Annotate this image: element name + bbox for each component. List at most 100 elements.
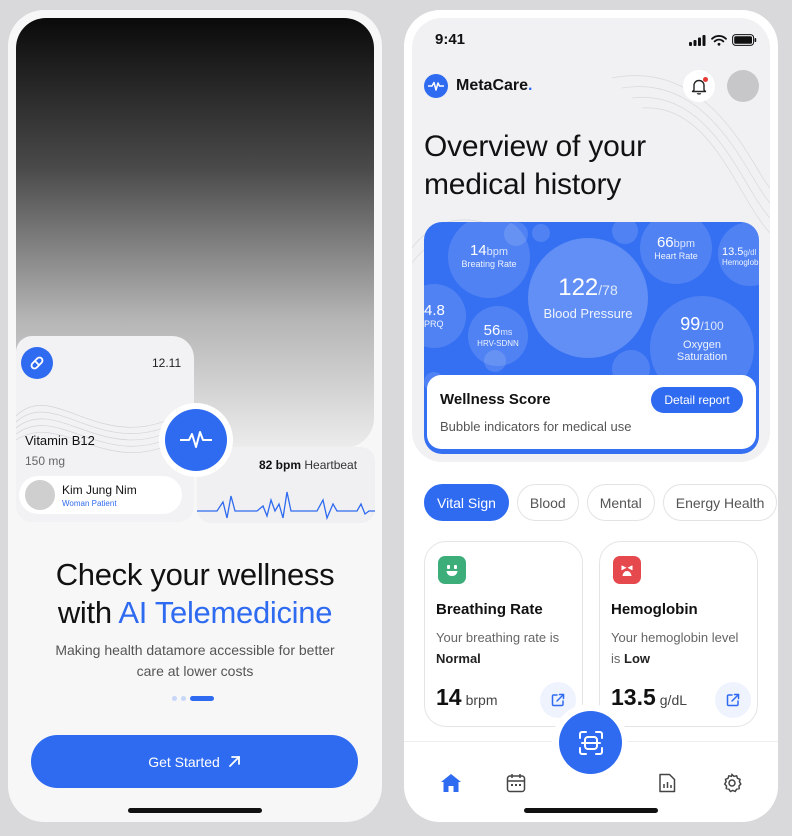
filler-bubble — [532, 224, 550, 242]
prq-value: 4.8 — [424, 302, 445, 319]
external-link-icon — [726, 693, 740, 707]
vitals-bubble-card[interactable]: 14bpm Breating Rate 66bpm Heart Rate 13.… — [424, 222, 759, 454]
tab-vital-sign[interactable]: Vital Sign — [424, 484, 509, 521]
headline-prefix: with — [57, 595, 119, 630]
hrv-value: 56 — [483, 322, 501, 339]
metric-desc-prefix: Your breathing rate is — [436, 630, 560, 645]
tab-blood[interactable]: Blood — [516, 484, 579, 521]
headline-highlight: AI Telemedicine — [118, 595, 333, 630]
breathing-label: Breating Rate — [461, 259, 517, 269]
blood-pressure-label: Blood Pressure — [543, 306, 633, 321]
pulse-button[interactable] — [165, 409, 227, 471]
heart-rate-unit: bpm — [673, 238, 696, 250]
wellness-subtitle: Bubble indicators for medical use — [440, 419, 632, 434]
settings-icon[interactable] — [722, 773, 742, 793]
tab-energy-health[interactable]: Energy Health — [662, 484, 778, 521]
logo-icon — [424, 74, 448, 98]
headline-line2: with AI Telemedicine — [8, 594, 382, 632]
sad-face-glyph — [621, 565, 633, 576]
wellness-score-card: Wellness Score Bubble indicators for med… — [427, 375, 756, 449]
breathing-rate-card[interactable]: Breathing Rate Your breathing rate is No… — [424, 541, 583, 727]
metric-value: 13.5 g/dL — [611, 684, 687, 711]
wifi-icon — [711, 34, 727, 46]
blood-pressure-bubble[interactable]: 122/78 Blood Pressure — [528, 238, 648, 358]
pill-icon — [30, 356, 44, 370]
headline-line1: Check your wellness — [55, 557, 335, 592]
metric-unit: brpm — [465, 692, 498, 708]
calendar-icon[interactable] — [506, 773, 526, 793]
metric-title: Hemoglobin — [611, 601, 698, 618]
heartbeat-wave — [197, 491, 375, 521]
heartbeat-label: Heartbeat — [304, 458, 358, 472]
status-icons — [689, 34, 757, 46]
medication-name: Vitamin B12 — [25, 433, 95, 448]
prq-bubble[interactable]: 4.8 PRQ — [424, 284, 466, 348]
arrow-up-right-icon — [228, 756, 240, 767]
hemoglobin-unit: g/dl — [743, 248, 757, 257]
breathing-bubble[interactable]: 14bpm Breating Rate — [448, 222, 530, 298]
report-icon[interactable] — [658, 773, 676, 793]
get-started-button[interactable]: Get Started — [31, 735, 358, 788]
scan-icon — [578, 730, 603, 755]
heartbeat-readout: 82 bpm Heartbeat — [259, 458, 357, 472]
blood-pressure-value: 122 — [558, 274, 599, 301]
scan-button[interactable] — [559, 711, 622, 774]
hrv-label: HRV-SDNN — [477, 339, 519, 348]
pill-icon-button[interactable] — [21, 347, 53, 379]
avatar[interactable] — [727, 70, 759, 102]
patient-name: Kim Jung Nim — [62, 483, 137, 497]
medication-dose: 150 mg — [25, 454, 66, 468]
brand-name: MetaCare. — [456, 77, 532, 95]
battery-icon — [732, 34, 757, 46]
wellness-title: Wellness Score — [440, 391, 551, 408]
patient-role: Woman Patient — [62, 499, 117, 508]
heart-rate-value: 66 — [656, 234, 674, 251]
page-dot — [172, 696, 177, 701]
tab-mental[interactable]: Mental — [586, 484, 655, 521]
open-link-button[interactable] — [715, 682, 751, 718]
page-title-line2: medical history — [424, 168, 622, 201]
heart-rate-bubble[interactable]: 66bpm Heart Rate — [640, 222, 712, 284]
smile-icon — [438, 556, 466, 584]
oxygen-value: 99 — [680, 314, 701, 334]
medication-date: 12.11 — [152, 356, 182, 370]
notification-button[interactable] — [683, 70, 715, 102]
detail-report-button[interactable]: Detail report — [651, 387, 743, 413]
hrv-bubble[interactable]: 56ms HRV-SDNN — [468, 306, 528, 366]
external-link-icon — [551, 693, 565, 707]
hrv-unit: ms — [500, 327, 513, 337]
pulse-icon — [180, 431, 212, 448]
page-indicator — [172, 696, 214, 701]
home-indicator — [128, 808, 262, 813]
metric-description: Your breathing rate is Normal — [436, 627, 576, 669]
prq-label: PRQ — [424, 319, 444, 329]
metric-number: 14 — [436, 684, 462, 710]
metric-status: Low — [624, 651, 651, 666]
patient-chip[interactable]: Kim Jung Nim Woman Patient — [19, 476, 182, 514]
page-dot — [181, 696, 186, 701]
metric-title: Breathing Rate — [436, 601, 543, 618]
avatar — [25, 480, 55, 510]
get-started-label: Get Started — [148, 753, 220, 770]
heartbeat-value: 82 bpm — [259, 458, 302, 472]
oxygen-unit: /100 — [700, 319, 724, 333]
home-indicator — [524, 808, 658, 813]
category-tabs: Vital Sign Blood Mental Energy Health — [424, 484, 778, 521]
hemoglobin-bubble[interactable]: 13.5g/dl Hemoglobin — [718, 222, 759, 286]
dashboard-screen: 9:41 MetaCare. Overview of your medical … — [404, 10, 778, 822]
pulse-icon — [428, 81, 444, 91]
blood-pressure-unit: /78 — [598, 282, 618, 298]
onboarding-screen: 12.11 Vitamin B12 150 mg Kim Jung Nim Wo… — [8, 10, 382, 822]
smile-face-glyph — [446, 565, 458, 576]
brand-text: MetaCare — [456, 77, 529, 94]
hemoglobin-card[interactable]: Hemoglobin Your hemoglobin level is Low … — [599, 541, 758, 727]
onboarding-subtitle: Making health datamore accessible for be… — [55, 642, 335, 679]
page-title: Overview of your medical history — [424, 128, 646, 204]
breathing-unit: bpm — [486, 246, 509, 258]
breathing-value: 14 — [469, 242, 487, 259]
metric-description: Your hemoglobin level is Low — [611, 627, 751, 669]
home-icon[interactable] — [440, 773, 462, 793]
metric-unit: g/dL — [659, 692, 688, 708]
status-time: 9:41 — [435, 31, 466, 48]
hemoglobin-label: Hemoglobin — [722, 258, 759, 267]
